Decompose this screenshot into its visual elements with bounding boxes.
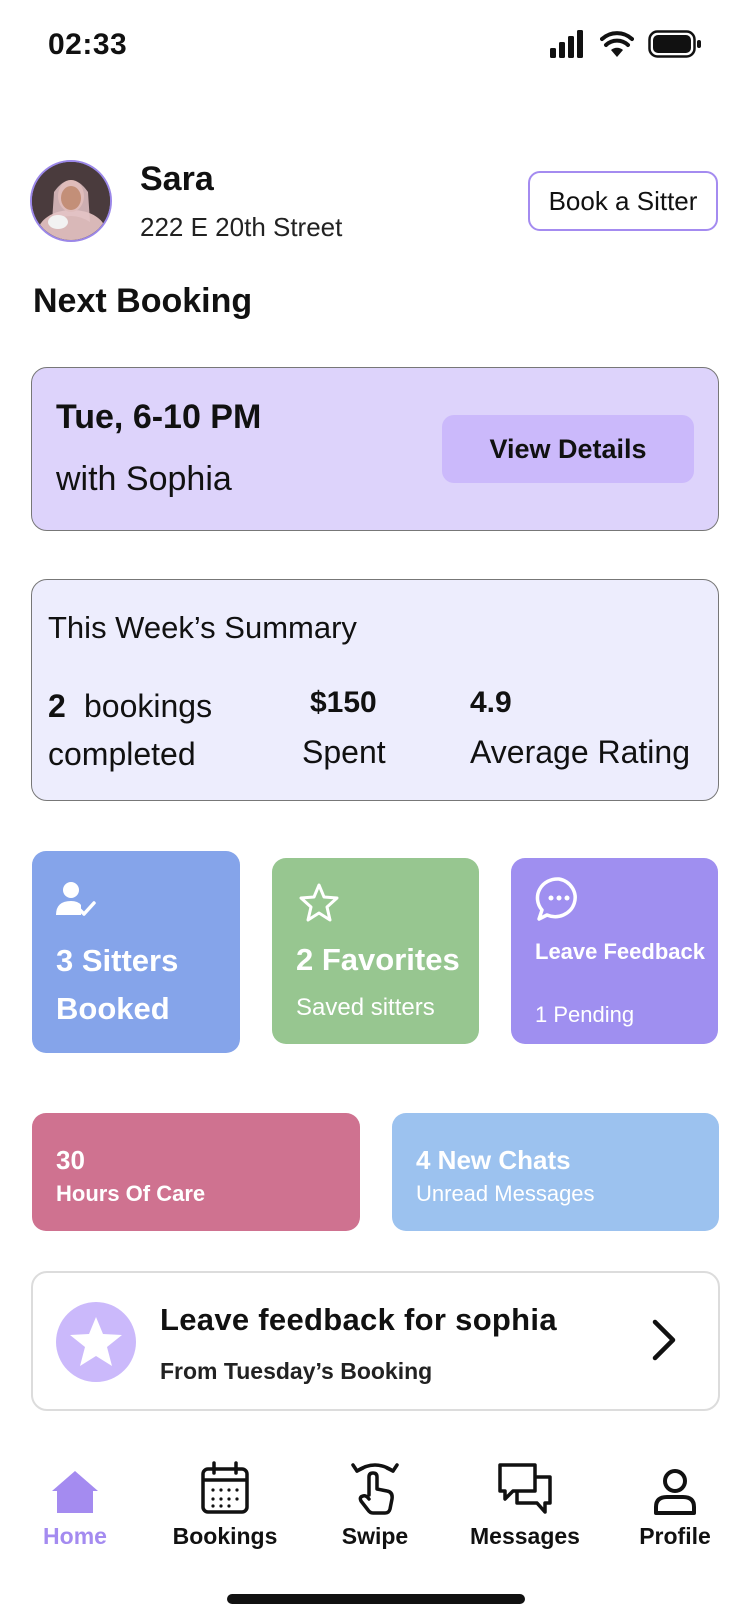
nav-messages-label: Messages bbox=[470, 1523, 580, 1549]
book-sitter-button[interactable]: Book a Sitter bbox=[528, 171, 718, 231]
spent-value: $150 bbox=[310, 686, 377, 719]
star-outline-icon bbox=[298, 882, 340, 927]
bookings-label: bookings bbox=[84, 688, 213, 724]
feedback-banner-title: Leave feedback for sophia bbox=[160, 1302, 557, 1337]
battery-icon bbox=[648, 30, 701, 58]
booking-time: Tue, 6-10 PM bbox=[56, 398, 262, 436]
summary-title: This Week’s Summary bbox=[48, 610, 357, 645]
status-icons bbox=[550, 30, 702, 58]
chat-bubble-icon bbox=[535, 876, 583, 927]
leave-feedback-label: Leave Feedback bbox=[535, 939, 705, 964]
nav-profile[interactable]: Profile bbox=[610, 1455, 740, 1550]
nav-swipe[interactable]: Swipe bbox=[310, 1455, 440, 1550]
unread-messages-label: Unread Messages bbox=[416, 1181, 595, 1206]
user-name: Sara bbox=[140, 160, 214, 198]
chevron-right-icon[interactable] bbox=[650, 1318, 678, 1367]
sitters-booked-tile[interactable]: 3 Sitters Booked bbox=[32, 851, 240, 1053]
profile-icon bbox=[653, 1455, 697, 1515]
swipe-icon bbox=[349, 1455, 401, 1515]
calendar-icon bbox=[200, 1455, 250, 1515]
spent-label: Spent bbox=[302, 734, 386, 770]
user-check-icon bbox=[56, 881, 96, 922]
booking-sitter: with Sophia bbox=[56, 460, 232, 498]
nav-home[interactable]: Home bbox=[10, 1455, 140, 1550]
new-chats-tile[interactable]: 4 New Chats Unread Messages bbox=[392, 1113, 719, 1231]
messages-icon bbox=[497, 1455, 553, 1515]
sitters-booked-label: 3 Sitters Booked bbox=[56, 943, 179, 1026]
nav-bookings[interactable]: Bookings bbox=[160, 1455, 290, 1550]
feedback-banner-subtitle: From Tuesday’s Booking bbox=[160, 1358, 433, 1384]
leave-feedback-tile[interactable]: Leave Feedback 1 Pending bbox=[511, 858, 718, 1044]
bookings-count: 2 bbox=[48, 688, 66, 724]
nav-bookings-label: Bookings bbox=[172, 1523, 278, 1549]
next-booking-title: Next Booking bbox=[33, 282, 253, 320]
rating-value: 4.9 bbox=[470, 686, 512, 719]
home-indicator[interactable] bbox=[227, 1594, 525, 1604]
star-icon bbox=[56, 1302, 136, 1382]
view-details-button[interactable]: View Details bbox=[442, 415, 694, 483]
hours-of-care-tile[interactable]: 30 Hours Of Care bbox=[32, 1113, 360, 1231]
user-address: 222 E 20th Street bbox=[140, 212, 343, 242]
avatar-image bbox=[32, 162, 110, 240]
favorites-tile[interactable]: 2 Favorites Saved sitters bbox=[272, 858, 479, 1044]
rating-label: Average Rating bbox=[470, 734, 690, 770]
nav-profile-label: Profile bbox=[639, 1523, 711, 1549]
avatar[interactable] bbox=[30, 160, 112, 242]
wifi-icon bbox=[600, 31, 634, 57]
hours-label: Hours Of Care bbox=[56, 1181, 206, 1206]
nav-messages[interactable]: Messages bbox=[460, 1455, 590, 1550]
favorites-sub: Saved sitters bbox=[296, 994, 435, 1021]
nav-swipe-label: Swipe bbox=[341, 1523, 409, 1549]
hours-value: 30 bbox=[56, 1145, 85, 1175]
bookings-label-completed: completed bbox=[48, 736, 196, 772]
favorites-label: 2 Favorites bbox=[296, 942, 460, 977]
new-chats-label: 4 New Chats bbox=[416, 1145, 571, 1175]
cellular-signal-icon bbox=[550, 30, 583, 58]
home-icon bbox=[50, 1455, 100, 1515]
feedback-pending: 1 Pending bbox=[535, 1002, 635, 1027]
nav-home-label: Home bbox=[43, 1523, 107, 1549]
status-time: 02:33 bbox=[48, 28, 128, 61]
